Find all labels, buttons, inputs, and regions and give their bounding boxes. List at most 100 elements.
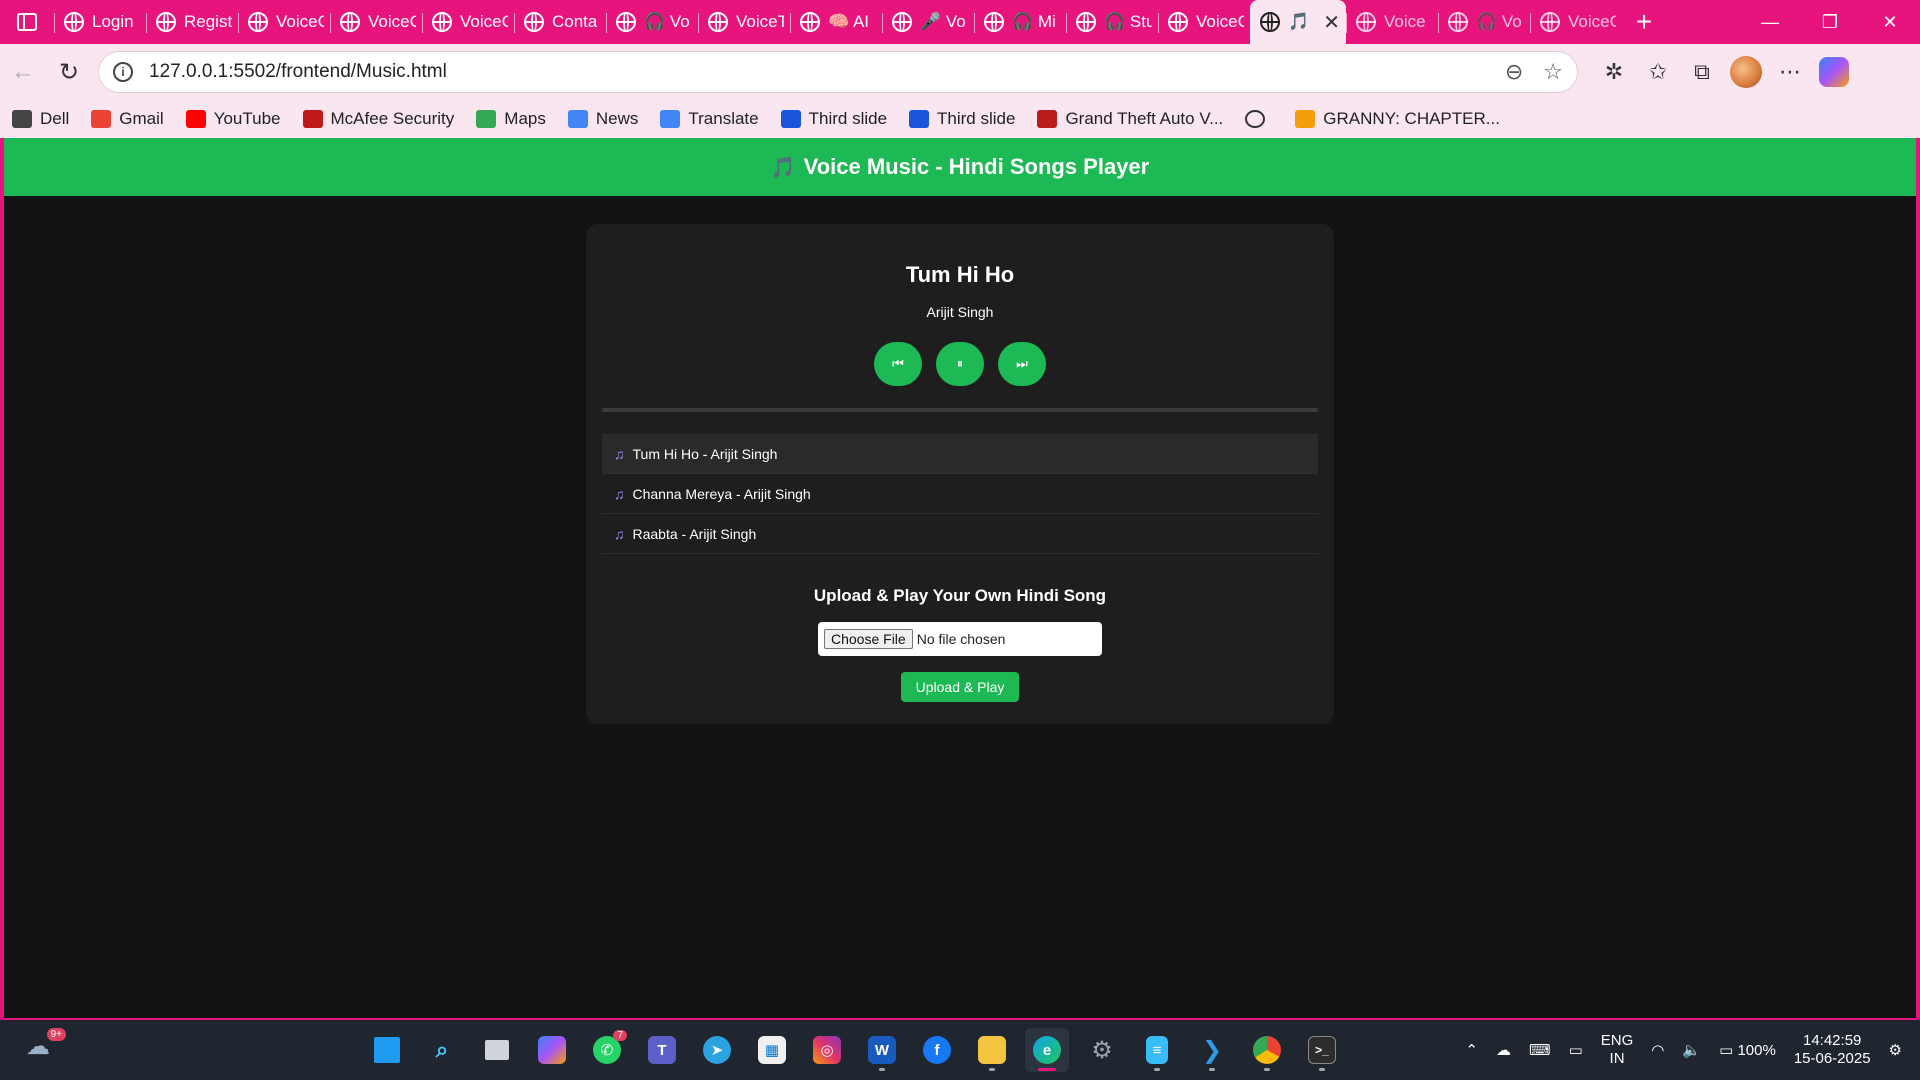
tab-label: VoiceC [1196, 12, 1244, 31]
gmail-icon [91, 110, 112, 128]
bookmark-item[interactable]: Maps [476, 109, 546, 129]
bookmark-label: GRANNY: CHAPTER... [1323, 109, 1500, 128]
widgets-button[interactable]: ☁ 9+ [26, 1028, 66, 1068]
copilot-button[interactable] [1812, 50, 1856, 94]
taskbar-terminal[interactable]: >_ [1300, 1028, 1344, 1072]
upload-title: Upload & Play Your Own Hindi Song [813, 586, 1107, 605]
notifications-icon[interactable]: ⚙ [1889, 1041, 1902, 1059]
browser-tab[interactable]: 🎧 Stu [1066, 4, 1158, 40]
taskbar-word[interactable]: W [860, 1028, 904, 1072]
bookmark-item[interactable]: News [567, 109, 638, 129]
site-info-icon[interactable]: i [113, 62, 133, 82]
bookmark-item[interactable] [1245, 110, 1273, 128]
playlist-item[interactable]: ♫ Raabta - Arijit Singh [602, 514, 1318, 554]
display-icon[interactable]: ▭ [1569, 1041, 1583, 1059]
browser-tab[interactable]: Conta [514, 4, 606, 40]
next-button[interactable]: ⏭ [998, 342, 1046, 386]
bookmark-item[interactable]: Translate [660, 109, 759, 129]
browser-tab[interactable]: 🧠 AI [790, 4, 882, 40]
taskbar-notepad[interactable]: ≡ [1135, 1028, 1179, 1072]
taskbar-copilot[interactable] [530, 1028, 574, 1072]
taskbar-settings[interactable]: ⚙ [1080, 1028, 1124, 1072]
close-window-button[interactable]: ✕ [1860, 0, 1920, 44]
clock[interactable]: 14:42:59 15-06-2025 [1794, 1032, 1871, 1068]
browser-tab[interactable]: VoiceC [422, 4, 514, 40]
taskbar-vscode[interactable]: ❯ [1190, 1028, 1234, 1072]
tab-label: VoiceC [460, 12, 508, 31]
pause-button[interactable]: ⏸ [936, 342, 984, 386]
browser-tab[interactable]: VoiceT [698, 4, 790, 40]
new-tab-button[interactable]: + [1622, 4, 1666, 40]
extensions-icon[interactable]: ✲ [1592, 50, 1636, 94]
zoom-icon[interactable]: ⊖ [1505, 59, 1523, 85]
taskbar-file-explorer[interactable] [970, 1028, 1014, 1072]
more-menu-icon[interactable]: ⋯ [1768, 50, 1812, 94]
keyboard-icon[interactable]: ⌨ [1529, 1041, 1551, 1059]
browser-tab[interactable]: Voice [1346, 4, 1438, 40]
wifi-icon[interactable]: ◠ [1651, 1041, 1664, 1059]
address-bar[interactable]: i 127.0.0.1:5502/frontend/Music.html ⊖ ☆ [98, 51, 1578, 93]
tab-actions-button[interactable] [0, 0, 54, 44]
close-tab-icon[interactable]: ✕ [1323, 10, 1340, 35]
bookmark-item[interactable]: Grand Theft Auto V... [1037, 109, 1223, 129]
profile-avatar[interactable] [1724, 50, 1768, 94]
volume-icon[interactable]: 🔈 [1682, 1041, 1701, 1059]
file-input[interactable]: Choose File No file chosen [818, 622, 1102, 656]
reload-button[interactable]: ↻ [46, 49, 92, 95]
taskbar-edge[interactable]: e [1025, 1028, 1069, 1072]
language-indicator[interactable]: ENG IN [1601, 1032, 1634, 1068]
taskbar-instagram[interactable]: ◎ [805, 1028, 849, 1072]
bookmark-item[interactable]: GRANNY: CHAPTER... [1295, 109, 1500, 129]
bookmark-item[interactable]: Third slide [780, 109, 887, 129]
show-hidden-icons[interactable]: ⌃ [1465, 1041, 1478, 1059]
upload-play-button[interactable]: Upload & Play [901, 672, 1019, 702]
browser-tab[interactable]: 🎵 ✕ [1250, 0, 1346, 44]
browser-tab[interactable]: 🎧 Vo [1438, 4, 1530, 40]
news-icon [567, 110, 588, 128]
whatsapp-badge: 7 [613, 1030, 627, 1041]
bookmark-item[interactable]: Dell [12, 109, 69, 129]
battery-indicator[interactable]: ▭ 100% [1719, 1041, 1776, 1059]
browser-tab[interactable]: VoiceC [1158, 4, 1250, 40]
search-button[interactable]: ⌕ [420, 1028, 464, 1072]
favorites-icon[interactable]: ✩ [1636, 50, 1680, 94]
favorite-star-icon[interactable]: ☆ [1543, 59, 1563, 85]
restore-button[interactable]: ❐ [1800, 0, 1860, 44]
task-view-button[interactable] [475, 1028, 519, 1072]
taskbar-whatsapp[interactable]: ✆ 7 [585, 1028, 629, 1072]
back-button[interactable]: ← [0, 49, 46, 95]
url-text[interactable]: 127.0.0.1:5502/frontend/Music.html [149, 61, 447, 83]
previous-button[interactable]: ⏮ [874, 342, 922, 386]
browser-tab[interactable]: 🎧 Mi [974, 4, 1066, 40]
taskbar-teams[interactable]: T [640, 1028, 684, 1072]
playlist-item[interactable]: ♫ Channa Mereya - Arijit Singh [602, 474, 1318, 514]
choose-file-button[interactable]: Choose File [824, 629, 913, 649]
globe-icon [432, 12, 452, 32]
taskbar-telegram[interactable]: ➤ [695, 1028, 739, 1072]
taskbar-store[interactable]: ▦ [750, 1028, 794, 1072]
browser-tab[interactable]: VoiceC [1530, 4, 1622, 40]
start-button[interactable] [365, 1028, 409, 1072]
browser-tab[interactable]: 🎤 Vo [882, 4, 974, 40]
bookmark-item[interactable]: Gmail [91, 109, 164, 129]
playlist-item[interactable]: ♫ Tum Hi Ho - Arijit Singh [602, 434, 1318, 474]
browser-tab[interactable]: 🎧 Vo [606, 4, 698, 40]
browser-tab[interactable]: VoiceC [330, 4, 422, 40]
progress-bar[interactable] [602, 408, 1318, 412]
taskbar-chrome[interactable] [1245, 1028, 1289, 1072]
song-title: Tum Hi Ho [905, 262, 1015, 287]
collections-icon[interactable]: ⧉ [1680, 50, 1724, 94]
bookmark-label: Maps [504, 109, 546, 128]
minimize-button[interactable]: — [1740, 0, 1800, 44]
bookmark-item[interactable]: YouTube [185, 109, 281, 129]
bookmark-item[interactable]: Third slide [909, 109, 1015, 129]
onedrive-icon[interactable]: ☁ [1496, 1041, 1511, 1059]
browser-tab[interactable]: VoiceC [238, 4, 330, 40]
playlist-item-label: Channa Mereya - Arijit Singh [632, 485, 811, 502]
playlist-item-label: Raabta - Arijit Singh [632, 525, 757, 542]
browser-tab[interactable]: Login [54, 4, 146, 40]
bookmark-item[interactable]: McAfee Security [302, 109, 454, 129]
taskbar-facebook[interactable]: f [915, 1028, 959, 1072]
copilot-app-icon [538, 1036, 566, 1064]
browser-tab[interactable]: Registe [146, 4, 238, 40]
